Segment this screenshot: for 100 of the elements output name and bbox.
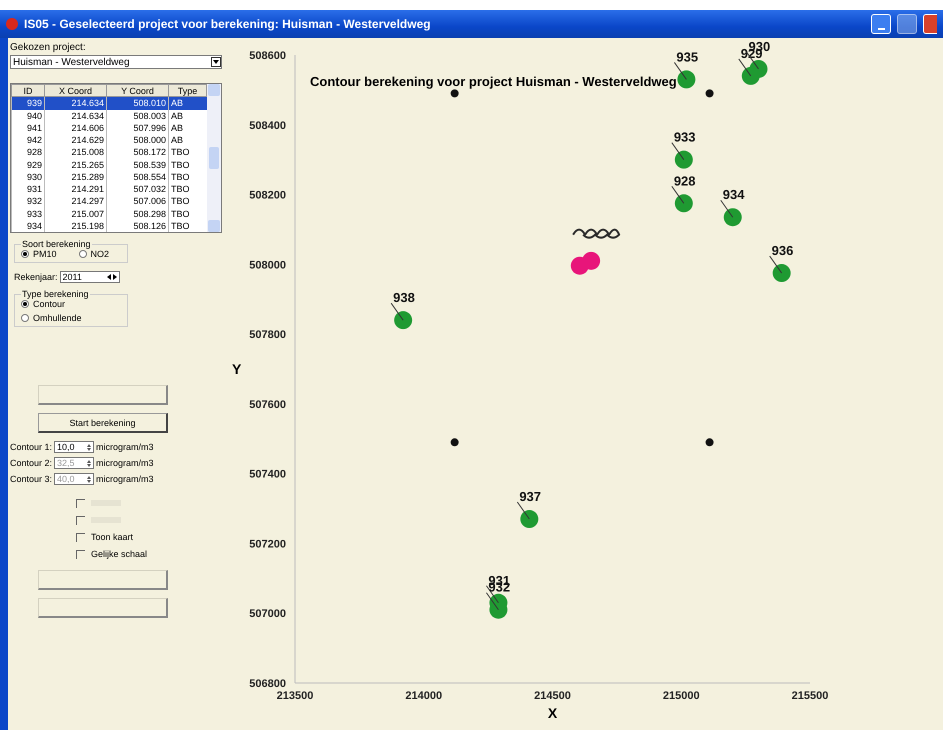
checkbox-label: Toon kaart (91, 532, 134, 542)
minimize-button[interactable] (871, 14, 891, 34)
table-cell: 507.032 (106, 182, 168, 196)
maximize-button[interactable] (897, 14, 917, 34)
table-cell: AB (168, 96, 206, 110)
checkbox-label: Gelijke schaal (91, 549, 148, 559)
annotation: 938 (393, 290, 415, 306)
y-tick-label: 506800 (249, 678, 286, 690)
radio-button[interactable] (78, 250, 87, 258)
table-cell: 930 (12, 170, 45, 183)
table-cell: 939 (12, 96, 45, 110)
project-dropdown[interactable]: Huisman - Westerveldweg (10, 55, 222, 69)
table-cell: 934 (12, 220, 45, 232)
table-cell: 214.629 (44, 134, 107, 146)
overlapping-labels-drawing (572, 228, 620, 239)
y-tick-label: 508200 (249, 190, 286, 202)
field-label: Contour 1: (10, 442, 52, 452)
option-group: Type berekening Contour Omhullende (14, 289, 128, 327)
radio-label: NO2 (90, 249, 110, 259)
y-axis-label: Y (232, 361, 242, 377)
table-cell: 214.634 (44, 96, 107, 110)
column-header[interactable]: ID (12, 84, 45, 97)
point-label: 934 (720, 187, 744, 218)
radio-label: Omhullende (33, 313, 82, 323)
table-cell: 215.198 (44, 220, 107, 232)
start-button[interactable]: Start berekening (38, 413, 168, 433)
point-label: 928 (671, 173, 696, 204)
annotation: 933 (674, 130, 696, 145)
radio-button[interactable] (21, 300, 29, 308)
field-label: Rekenjaar: (14, 272, 58, 282)
table-cell: 941 (12, 122, 45, 134)
radio-button[interactable] (21, 250, 29, 258)
window-title: IS05 - Geselecteerd project voor berekening: Huisman - Westerveldweg (24, 17, 432, 31)
table-cell: 508.003 (106, 110, 168, 122)
annotation: 935 (676, 49, 698, 64)
column-header[interactable]: Y Coord (106, 84, 168, 97)
unit-label: microgram/m3 (96, 458, 154, 468)
point-label: 938 (390, 290, 415, 321)
radio-label: PM10 (33, 249, 57, 259)
radio-label: Contour (33, 299, 66, 309)
x-tick-label: 215000 (662, 690, 700, 702)
y-tick-label: 507600 (249, 398, 286, 411)
x-tick-label: 214500 (534, 690, 571, 702)
table-cell: 215.007 (44, 207, 107, 220)
table-cell: 215.265 (44, 158, 107, 171)
table-cell: 508.554 (106, 170, 168, 183)
number-field[interactable]: 10,0 (54, 441, 94, 453)
table-cell: 508.010 (106, 96, 168, 110)
annotation: 934 (722, 187, 746, 202)
x-axis-label: X (548, 705, 558, 720)
table-cell: 508.000 (106, 134, 168, 146)
table-cell: 508.126 (106, 220, 168, 232)
y-tick-label: 507400 (249, 468, 286, 481)
table-cell: 508.298 (106, 207, 168, 220)
scrollbar[interactable] (207, 84, 221, 232)
table-cell: 214.291 (44, 182, 107, 196)
column-header[interactable]: X Coord (44, 84, 107, 97)
table-cell: 932 (12, 195, 45, 208)
annotation: 936 (772, 243, 794, 258)
table-cell: 931 (12, 182, 45, 196)
field-label: Contour 2: (10, 458, 52, 468)
column-header[interactable]: Type (168, 84, 206, 97)
table-cell: 214.606 (44, 122, 107, 134)
checkbox[interactable]: Gelijke schaal (76, 548, 226, 560)
option-group: Soort berekening PM10 NO2 (14, 239, 128, 263)
radio-button[interactable] (21, 314, 29, 322)
field-label: Contour 3: (10, 474, 52, 484)
year-spinner[interactable]: 2011 (60, 271, 120, 283)
y-tick-label: 507800 (249, 329, 286, 342)
field-label: Gekozen project: (10, 42, 87, 53)
table-cell: 928 (12, 146, 45, 158)
close-button[interactable] (923, 14, 937, 34)
y-tick-label: 508400 (249, 120, 286, 132)
x-tick-label: 213500 (276, 690, 314, 702)
y-tick-label: 507000 (249, 608, 286, 620)
table-cell: 215.008 (44, 146, 107, 158)
point-label: 936 (769, 243, 794, 274)
table-cell: 929 (12, 158, 45, 171)
x-tick-label: 214000 (405, 690, 442, 702)
table-cell: 933 (12, 207, 45, 220)
table-cell: 215.289 (44, 170, 107, 183)
annotation: 928 (674, 173, 696, 188)
table-cell: 940 (12, 110, 45, 122)
checkbox[interactable]: Toon kaart (76, 531, 226, 543)
table-cell: 214.634 (44, 110, 107, 122)
table-cell: 508.172 (106, 146, 168, 158)
unit-label: microgram/m3 (96, 442, 154, 452)
y-tick-label: 508600 (249, 50, 286, 62)
unit-label: microgram/m3 (96, 474, 154, 484)
table-cell: 508.539 (106, 158, 168, 171)
app-icon (6, 18, 18, 30)
annotation: 937 (519, 489, 542, 504)
point-label: 933 (671, 130, 696, 160)
dropdown-arrow-icon[interactable] (211, 57, 221, 67)
y-tick-label: 507200 (249, 538, 286, 550)
x-tick-label: 215500 (792, 690, 828, 702)
table-cell: 507.006 (106, 195, 168, 208)
table-cell: 507.996 (106, 122, 168, 134)
y-tick-label: 508000 (249, 259, 286, 272)
point-label: 937 (516, 489, 542, 520)
